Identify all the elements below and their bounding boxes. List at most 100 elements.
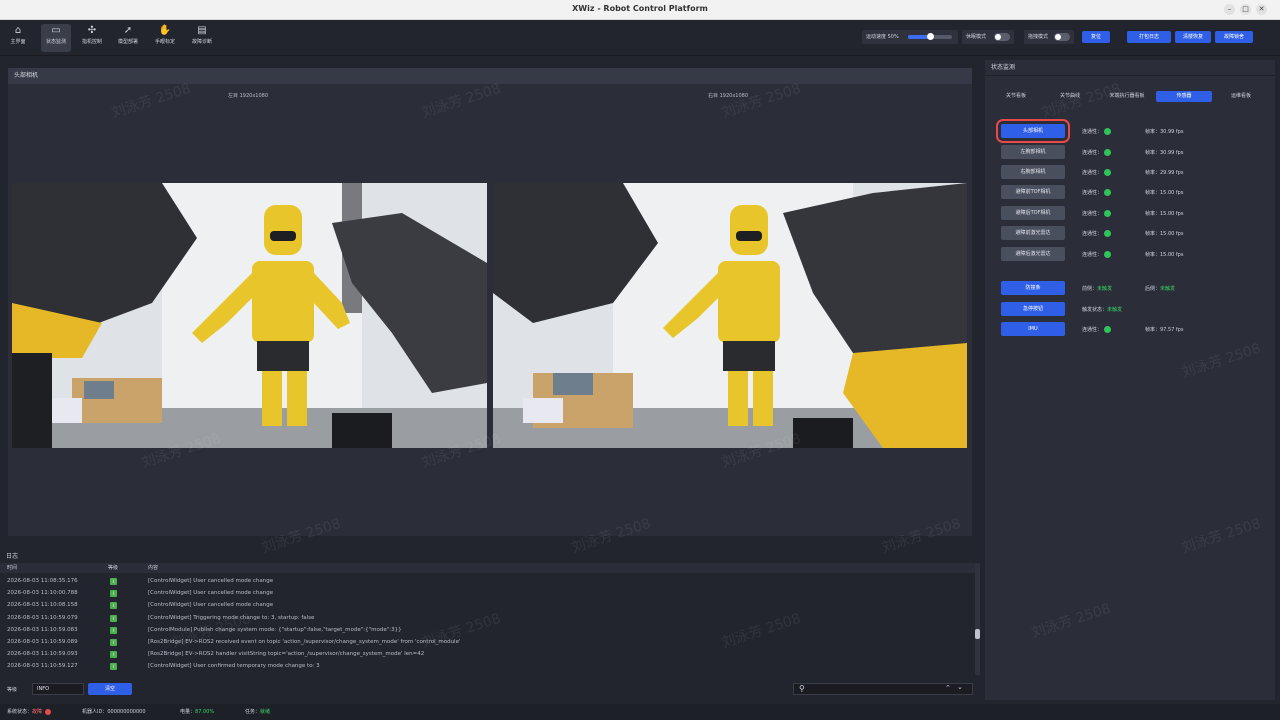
maximize-icon[interactable]: □ [1240,4,1251,15]
bumper-rear-value: 未触发 [1160,286,1176,292]
sensor-estop-button[interactable]: 急停按钮 [1001,302,1065,316]
log-search-input[interactable]: ⚲ ⌃ ⌄ [793,683,973,695]
battery: 电量：87.00% [180,704,214,720]
reset-button[interactable]: 复位 [1082,31,1110,43]
tab-joint-curve[interactable]: 关节曲线 [1047,91,1093,102]
bumper-rear-label: 后侧： [1145,286,1161,292]
fps-label: 帧率：30.99 fps [1145,129,1184,135]
speed-slider[interactable] [908,33,952,40]
status-dot-icon [1104,169,1112,176]
nav-status-monitor[interactable]: ▭ 状态监测 [41,24,71,52]
log-time: 2026-08-03 11:10:08.158 [7,602,78,608]
log-time: 2026-08-03 11:08:35.176 [7,578,78,584]
drag-mode-toggle[interactable] [1054,33,1070,41]
clear-recover-button[interactable]: 清楼恢复 [1175,31,1211,43]
conn-text: 连通性： [1082,211,1103,217]
clear-log-button[interactable]: 清空 [88,683,132,695]
log-row[interactable]: 2026-08-03 11:10:00.788 I [ControlWidget] … [0,587,975,599]
camera-panel-title: 头部相机 [8,68,972,84]
log-message: [Ros2Bridge] EV->ROS2 handler visitStrin… [148,651,425,657]
log-row[interactable]: 2026-08-03 11:10:59.079 I [ControlWidget] … [0,612,975,624]
log-message: [ControlWidget] User cancelled mode chan… [148,602,274,608]
log-row[interactable]: 2026-08-03 11:10:59.093 I [Ros2Bridge] EV-… [0,648,975,660]
log-time: 2026-08-03 11:10:59.089 [7,639,78,645]
nav-label: 手眼标定 [154,39,175,45]
search-down-icon[interactable]: ⌄ [957,683,963,691]
minimize-icon[interactable]: – [1224,4,1235,15]
tab-sensors[interactable]: 传感器 [1156,91,1212,102]
nav-hand-eye[interactable]: ✋ 手眼标定 [150,24,180,52]
monitor-icon: ▭ [51,25,61,36]
log-message: [ControlWidget] User cancelled mode chan… [148,590,274,596]
speed-slider-handle[interactable] [927,33,934,40]
nav-home[interactable]: ⌂ 主界面 [3,24,33,52]
sensor-bumper-button[interactable]: 防撞条 [1001,281,1065,295]
log-level-badge: I [110,590,117,597]
sensor-front-tof-button[interactable]: 避障前TOF相机 [1001,185,1065,199]
sensor-head-camera-button[interactable]: 头部相机 [996,119,1070,143]
conn-label: 连通性： [1082,210,1112,217]
conn-label: 连通性： [1082,128,1112,135]
conn-text: 连通性： [1082,150,1103,156]
log-row[interactable]: 2026-08-03 11:08:35.176 I [ControlWidget] … [0,575,975,587]
tab-end-effector[interactable]: 末端执行器看板 [1099,91,1155,102]
log-time: 2026-08-03 11:10:59.079 [7,615,78,621]
sys-state-label: 系统状态： [7,709,33,715]
sensor-left-wrist-camera-button[interactable]: 左腕部相机 [1001,145,1065,159]
tab-joint-board[interactable]: 关节看板 [993,91,1039,102]
estop-state: 触发状态：未触发 [1082,306,1122,313]
speed-slider-box: 运动速度 50% [862,30,958,44]
log-row[interactable]: 2026-08-03 11:10:59.083 I [ControlModule] … [0,624,975,636]
search-up-icon[interactable]: ⌃ [945,684,951,692]
sensor-right-wrist-camera-button[interactable]: 右腕部相机 [1001,165,1065,179]
log-message: [ControlWidget] User confirmed temporary… [148,663,320,669]
sensor-front-lidar-button[interactable]: 避障前激光雷达 [1001,226,1065,240]
status-dot-icon [1104,230,1112,237]
log-panel: 日志 时间 等级 内容 2026-08-03 11:08:35.176 I [Con… [0,547,980,700]
pack-log-button[interactable]: 打包日志 [1127,31,1171,43]
right-camera-label: 右目 1920x1080 [708,93,748,99]
status-dot-icon [1104,210,1112,217]
log-scrollbar[interactable] [975,563,980,675]
status-side-panel: 状态监测 关节看板 关节曲线 末端执行器看板 传感器 运维看板 头部相机 连通性… [985,60,1275,700]
nav-label: 状态监测 [45,39,66,45]
log-scrollbar-thumb[interactable] [975,629,980,639]
side-panel-title: 状态监测 [985,60,1275,76]
log-row[interactable]: 2026-08-03 11:10:59.127 I [ControlWidget] … [0,660,975,672]
task-value: 就绪 [260,709,271,715]
status-dot-icon [1104,326,1112,333]
robot-id-label: 机器人ID： [82,709,108,715]
fault-lock-button[interactable]: 故障锁舍 [1215,31,1253,43]
nav-model-deploy[interactable]: ➚ 模型部署 [113,24,143,52]
log-table-header: 时间 等级 内容 [0,563,980,573]
conn-text: 连通性： [1082,327,1103,333]
diagnose-icon: ▤ [197,25,207,36]
drag-mode-label: 拖拽模式 [1028,34,1049,40]
sensor-rear-lidar-button[interactable]: 避障后激光雷达 [1001,247,1065,261]
task-label: 任务： [245,709,261,715]
log-level-badge: I [110,615,117,622]
nav-control[interactable]: ✣ 指机控制 [77,24,107,52]
hand-icon: ✋ [158,25,172,36]
log-row[interactable]: 2026-08-03 11:10:08.158 I [ControlWidget] … [0,599,975,611]
log-title: 日志 [6,553,19,560]
estop-state-label: 触发状态： [1082,307,1108,313]
sensor-imu-button[interactable]: IMU [1001,322,1065,336]
sleep-mode-toggle[interactable] [994,33,1010,41]
log-level-badge: I [110,639,117,646]
close-icon[interactable]: ✕ [1256,4,1267,15]
sensor-rear-tof-button[interactable]: 避障后TOF相机 [1001,206,1065,220]
estop-state-value: 未触发 [1107,307,1123,313]
app-window: XWiz - Robot Control Platform – □ ✕ ⌂ 主界… [0,0,1280,720]
log-message: [ControlModule] Publish change system mo… [148,627,402,633]
level-select[interactable]: INFO [32,683,84,695]
nav-diagnose[interactable]: ▤ 故障诊断 [187,24,217,52]
log-message: [Ros2Bridge] EV->ROS2 received event on … [148,639,461,645]
fps-label: 帧率：30.99 fps [1145,150,1184,156]
drag-mode-toggle-box: 拖拽模式 [1024,30,1074,44]
nav-label: 指机控制 [81,39,102,45]
log-row[interactable]: 2026-08-03 11:10:59.089 I [Ros2Bridge] EV-… [0,636,975,648]
log-time: 2026-08-03 11:10:59.083 [7,627,78,633]
conn-text: 连通性： [1082,129,1103,135]
tab-ops-board[interactable]: 运维看板 [1215,91,1267,102]
